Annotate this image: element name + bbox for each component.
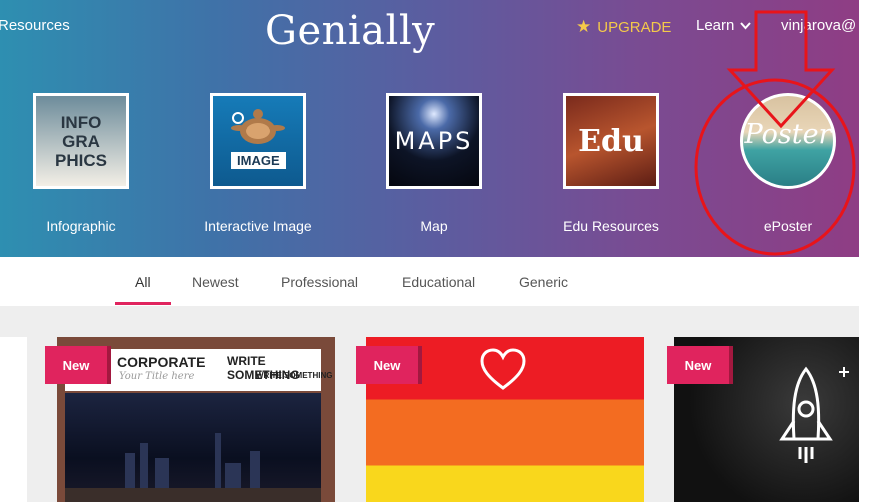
- category-label: Map: [420, 218, 448, 234]
- genially-logo[interactable]: Genially: [265, 8, 435, 54]
- category-infographic[interactable]: INFO GRA PHICS Infographic: [6, 93, 156, 234]
- category-edu-resources[interactable]: Edu Edu Resources: [536, 93, 686, 234]
- category-eposter[interactable]: Poster ePoster: [713, 93, 863, 234]
- hero-banner: Resources Genially ★ UPGRADE Learn vinja…: [0, 0, 859, 257]
- thumb-text: MAPS: [394, 127, 474, 155]
- nav-resources-link[interactable]: Resources: [0, 17, 70, 34]
- infographic-thumbnail: INFO GRA PHICS: [33, 93, 129, 189]
- skyline-icon: [65, 433, 321, 502]
- new-badge: New: [356, 346, 422, 384]
- thumb-badge: IMAGE: [231, 152, 286, 169]
- upgrade-label: UPGRADE: [597, 18, 672, 36]
- rocket-icon: [779, 366, 849, 463]
- category-label: Infographic: [46, 218, 116, 234]
- template-card-partial[interactable]: [0, 337, 27, 502]
- tab-newest[interactable]: Newest: [192, 274, 239, 290]
- thumb-text: Poster: [744, 118, 832, 150]
- turtle-icon: [231, 109, 285, 144]
- chevron-down-icon: [740, 21, 752, 29]
- category-interactive-image[interactable]: IMAGE Interactive Image: [183, 93, 333, 234]
- tab-all[interactable]: All: [135, 274, 151, 290]
- card-title: CORPORATE: [117, 354, 206, 370]
- thumb-text-line: GRA: [62, 131, 100, 151]
- active-tab-indicator: [115, 302, 171, 305]
- interactive-image-thumbnail: IMAGE: [210, 93, 306, 189]
- tab-generic[interactable]: Generic: [519, 274, 568, 290]
- new-badge: New: [45, 346, 111, 384]
- category-map[interactable]: MAPS Map: [359, 93, 509, 234]
- map-thumbnail: MAPS: [386, 93, 482, 189]
- category-label: Interactive Image: [204, 218, 312, 234]
- filter-tabs: All Newest Professional Educational Gene…: [0, 257, 859, 306]
- card-subtitle: Your Title here: [119, 371, 195, 382]
- thumb-text-line: INFO: [60, 112, 102, 132]
- card-subheading: WRITE SOMETHING: [256, 371, 333, 380]
- learn-menu[interactable]: Learn: [696, 17, 752, 34]
- upgrade-button[interactable]: ★ UPGRADE: [576, 17, 671, 37]
- thumb-text-line: PHICS: [55, 150, 107, 170]
- category-label: ePoster: [763, 218, 813, 234]
- learn-label: Learn: [696, 17, 735, 34]
- city-skyline-image: [65, 393, 321, 502]
- heart-icon: [480, 348, 526, 390]
- thumb-text: Edu: [578, 123, 644, 159]
- star-icon: ★: [576, 17, 592, 36]
- edu-resources-thumbnail: Edu: [563, 93, 659, 189]
- user-account-menu[interactable]: vinjarova@: [781, 17, 859, 34]
- category-label: Edu Resources: [563, 218, 659, 234]
- tab-educational[interactable]: Educational: [402, 274, 475, 290]
- eposter-thumbnail: Poster: [740, 93, 836, 189]
- new-badge: New: [667, 346, 733, 384]
- tab-professional[interactable]: Professional: [281, 274, 358, 290]
